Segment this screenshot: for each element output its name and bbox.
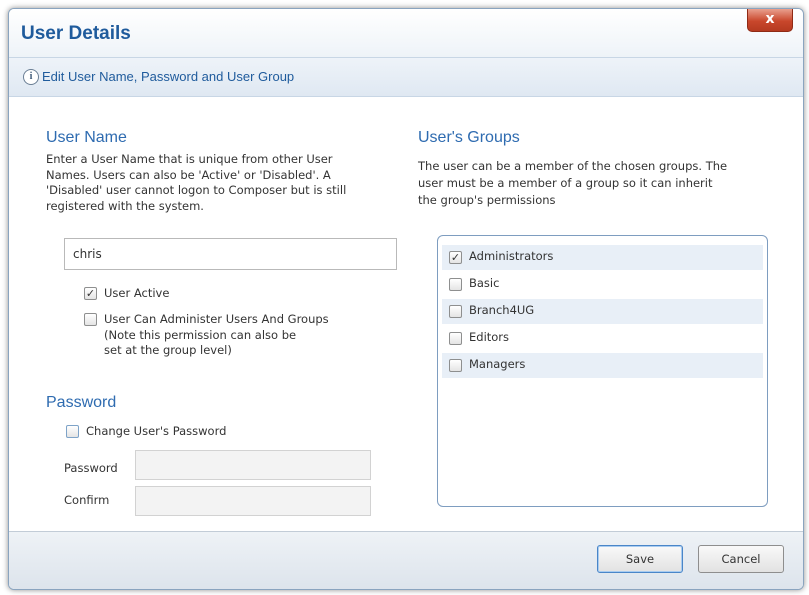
group-checkbox-managers[interactable]	[449, 359, 462, 372]
info-bar: i Edit User Name, Password and User Grou…	[9, 57, 803, 97]
password-heading: Password	[46, 394, 117, 411]
users-groups-heading: User's Groups	[418, 129, 520, 146]
info-icon: i	[23, 69, 39, 85]
users-groups-description-line: user must be a member of a group so it c…	[418, 176, 713, 190]
users-groups-description-line: the group's permissions	[418, 193, 556, 207]
dialog-title: User Details	[21, 23, 131, 44]
confirm-input[interactable]	[135, 486, 371, 516]
user-details-dialog: User Details x i Edit User Name, Passwor…	[8, 8, 804, 590]
close-icon: x	[765, 11, 775, 27]
close-button[interactable]: x	[747, 9, 793, 32]
password-label: Password	[64, 461, 118, 475]
cancel-button[interactable]: Cancel	[698, 545, 784, 573]
user-active-checkbox[interactable]: ✓	[84, 287, 97, 300]
group-label: Branch4UG	[469, 303, 535, 317]
user-name-description-line: Names. Users can also be 'Active' or 'Di…	[46, 167, 331, 182]
group-checkbox-editors[interactable]	[449, 332, 462, 345]
group-row-branch4ug[interactable]: Branch4UG	[442, 299, 763, 324]
info-text: Edit User Name, Password and User Group	[42, 69, 295, 84]
change-password-label: Change User's Password	[86, 424, 227, 438]
user-name-description-line: registered with the system.	[46, 198, 204, 213]
button-bar: Save Cancel	[9, 531, 803, 589]
change-password-checkbox[interactable]	[66, 425, 79, 438]
group-label: Editors	[469, 330, 510, 344]
save-button[interactable]: Save	[597, 545, 683, 573]
password-input[interactable]	[135, 450, 371, 480]
users-groups-description-line: The user can be a member of the chosen g…	[418, 159, 728, 173]
confirm-label: Confirm	[64, 493, 110, 507]
can-administer-label-line: User Can Administer Users And Groups	[104, 312, 329, 326]
group-row-administrators[interactable]: ✓ Administrators	[442, 245, 763, 270]
can-administer-checkbox[interactable]	[84, 313, 97, 326]
can-administer-note-line: set at the group level)	[104, 343, 232, 357]
group-checkbox-branch4ug[interactable]	[449, 305, 462, 318]
group-row-basic[interactable]: Basic	[442, 272, 763, 297]
users-groups-description: The user can be a member of the chosen g…	[418, 158, 798, 209]
user-name-heading: User Name	[46, 129, 127, 146]
group-label: Administrators	[469, 249, 554, 263]
user-name-description: Enter a User Name that is unique from ot…	[46, 152, 406, 214]
group-checkbox-administrators[interactable]: ✓	[449, 251, 462, 264]
user-name-input[interactable]	[64, 238, 397, 270]
can-administer-label: User Can Administer Users And Groups (No…	[104, 312, 329, 359]
user-active-label: User Active	[104, 286, 170, 300]
groups-list: ✓ Administrators Basic Branch4UG Editors…	[437, 235, 768, 507]
user-name-description-line: 'Disabled' user cannot logon to Composer…	[46, 183, 347, 197]
group-label: Managers	[469, 357, 526, 371]
group-row-editors[interactable]: Editors	[442, 326, 763, 351]
group-checkbox-basic[interactable]	[449, 278, 462, 291]
can-administer-note-line: (Note this permission can also be	[104, 327, 297, 342]
group-row-managers[interactable]: Managers	[442, 353, 763, 378]
title-bar: User Details x	[9, 9, 803, 57]
group-label: Basic	[469, 276, 500, 290]
user-name-description-line: Enter a User Name that is unique from ot…	[46, 152, 333, 166]
